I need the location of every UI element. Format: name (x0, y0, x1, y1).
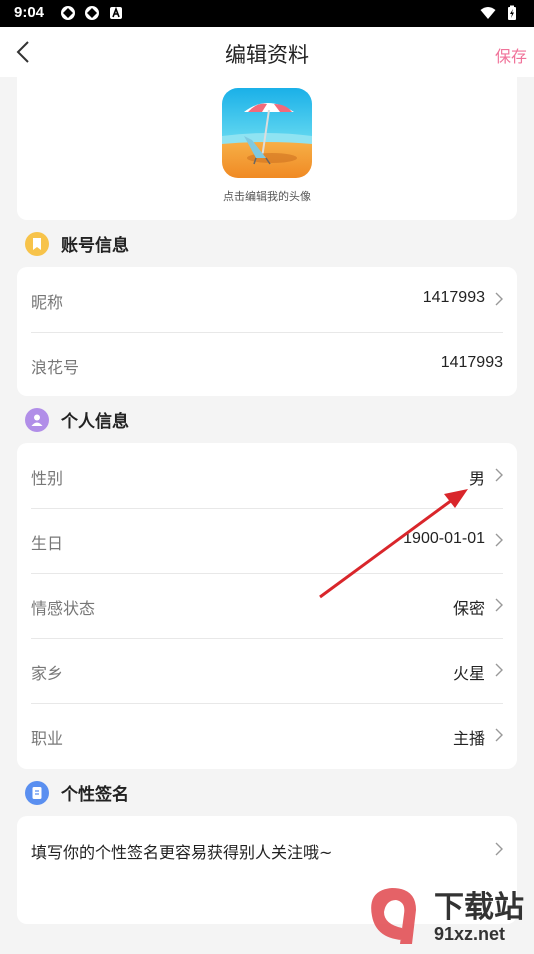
relationship-label: 情感状态 (31, 599, 96, 618)
chevron-right-icon (495, 533, 503, 547)
page-title: 编辑资料 (225, 43, 309, 67)
signature-section-title: 个性签名 (61, 785, 129, 805)
hometown-row[interactable]: 家乡 火星 (31, 638, 503, 704)
person-icon (25, 407, 49, 432)
account-info-card: 昵称 1417993 浪花号 1417993 (17, 267, 517, 396)
signature-section-heading: 个性签名 (25, 780, 129, 805)
avatar-card: 点击编辑我的头像 (17, 77, 517, 220)
hometown-label: 家乡 (31, 664, 64, 683)
gender-row[interactable]: 性别 男 (31, 443, 503, 509)
occupation-label: 职业 (31, 729, 64, 748)
gender-label: 性别 (31, 469, 64, 488)
signature-input[interactable]: 填写你的个性签名更容易获得别人关注哦~ (31, 839, 332, 863)
birthday-label: 生日 (31, 534, 64, 553)
a-notification-icon (110, 6, 122, 19)
chevron-right-icon (495, 728, 503, 742)
watermark-url: 91xz.net (434, 924, 506, 944)
personal-section-heading: 个人信息 (25, 407, 129, 432)
gender-value: 男 (468, 471, 485, 488)
nickname-row[interactable]: 昵称 1417993 (31, 267, 503, 333)
birthday-value: 1900-01-01 (403, 530, 485, 547)
status-bar: 9:04 (0, 0, 534, 27)
app-notification-icon (61, 6, 75, 20)
avatar-hint: 点击编辑我的头像 (223, 190, 311, 203)
relationship-value: 保密 (452, 601, 485, 618)
beach-avatar-image (222, 88, 312, 178)
battery-charging-icon (508, 5, 516, 20)
birthday-row[interactable]: 生日 1900-01-01 (31, 508, 503, 574)
app-notification-icon (85, 6, 99, 20)
personal-info-card: 性别 男 生日 1900-01-01 情感状态 保密 家乡 火星 职业 主播 (17, 443, 517, 769)
avatar[interactable] (222, 88, 312, 178)
app-header: 编辑资料 保存 (0, 27, 534, 77)
chevron-right-icon (495, 663, 503, 677)
relationship-row[interactable]: 情感状态 保密 (31, 573, 503, 639)
save-button[interactable]: 保存 (495, 43, 527, 67)
chevron-right-icon (495, 468, 503, 482)
occupation-row[interactable]: 职业 主播 (31, 703, 503, 768)
nickname-label: 昵称 (31, 293, 64, 312)
langhua-id-row: 浪花号 1417993 (31, 332, 503, 397)
langhua-id-label: 浪花号 (31, 358, 80, 377)
account-section-heading: 账号信息 (25, 231, 129, 256)
wifi-icon (480, 7, 496, 19)
chevron-right-icon (495, 292, 503, 306)
watermark: 下载站 91xz.net (362, 880, 534, 950)
account-section-title: 账号信息 (61, 236, 129, 256)
hometown-value: 火星 (452, 666, 485, 683)
bookmark-icon (25, 231, 49, 256)
chevron-right-icon (495, 598, 503, 612)
note-icon (25, 780, 49, 805)
watermark-text: 下载站 (434, 890, 524, 925)
chevron-right-icon (495, 842, 503, 856)
status-time: 9:04 (14, 4, 45, 21)
langhua-id-value: 1417993 (440, 354, 503, 371)
personal-section-title: 个人信息 (61, 412, 129, 432)
nickname-value: 1417993 (422, 289, 485, 306)
occupation-value: 主播 (452, 731, 485, 748)
